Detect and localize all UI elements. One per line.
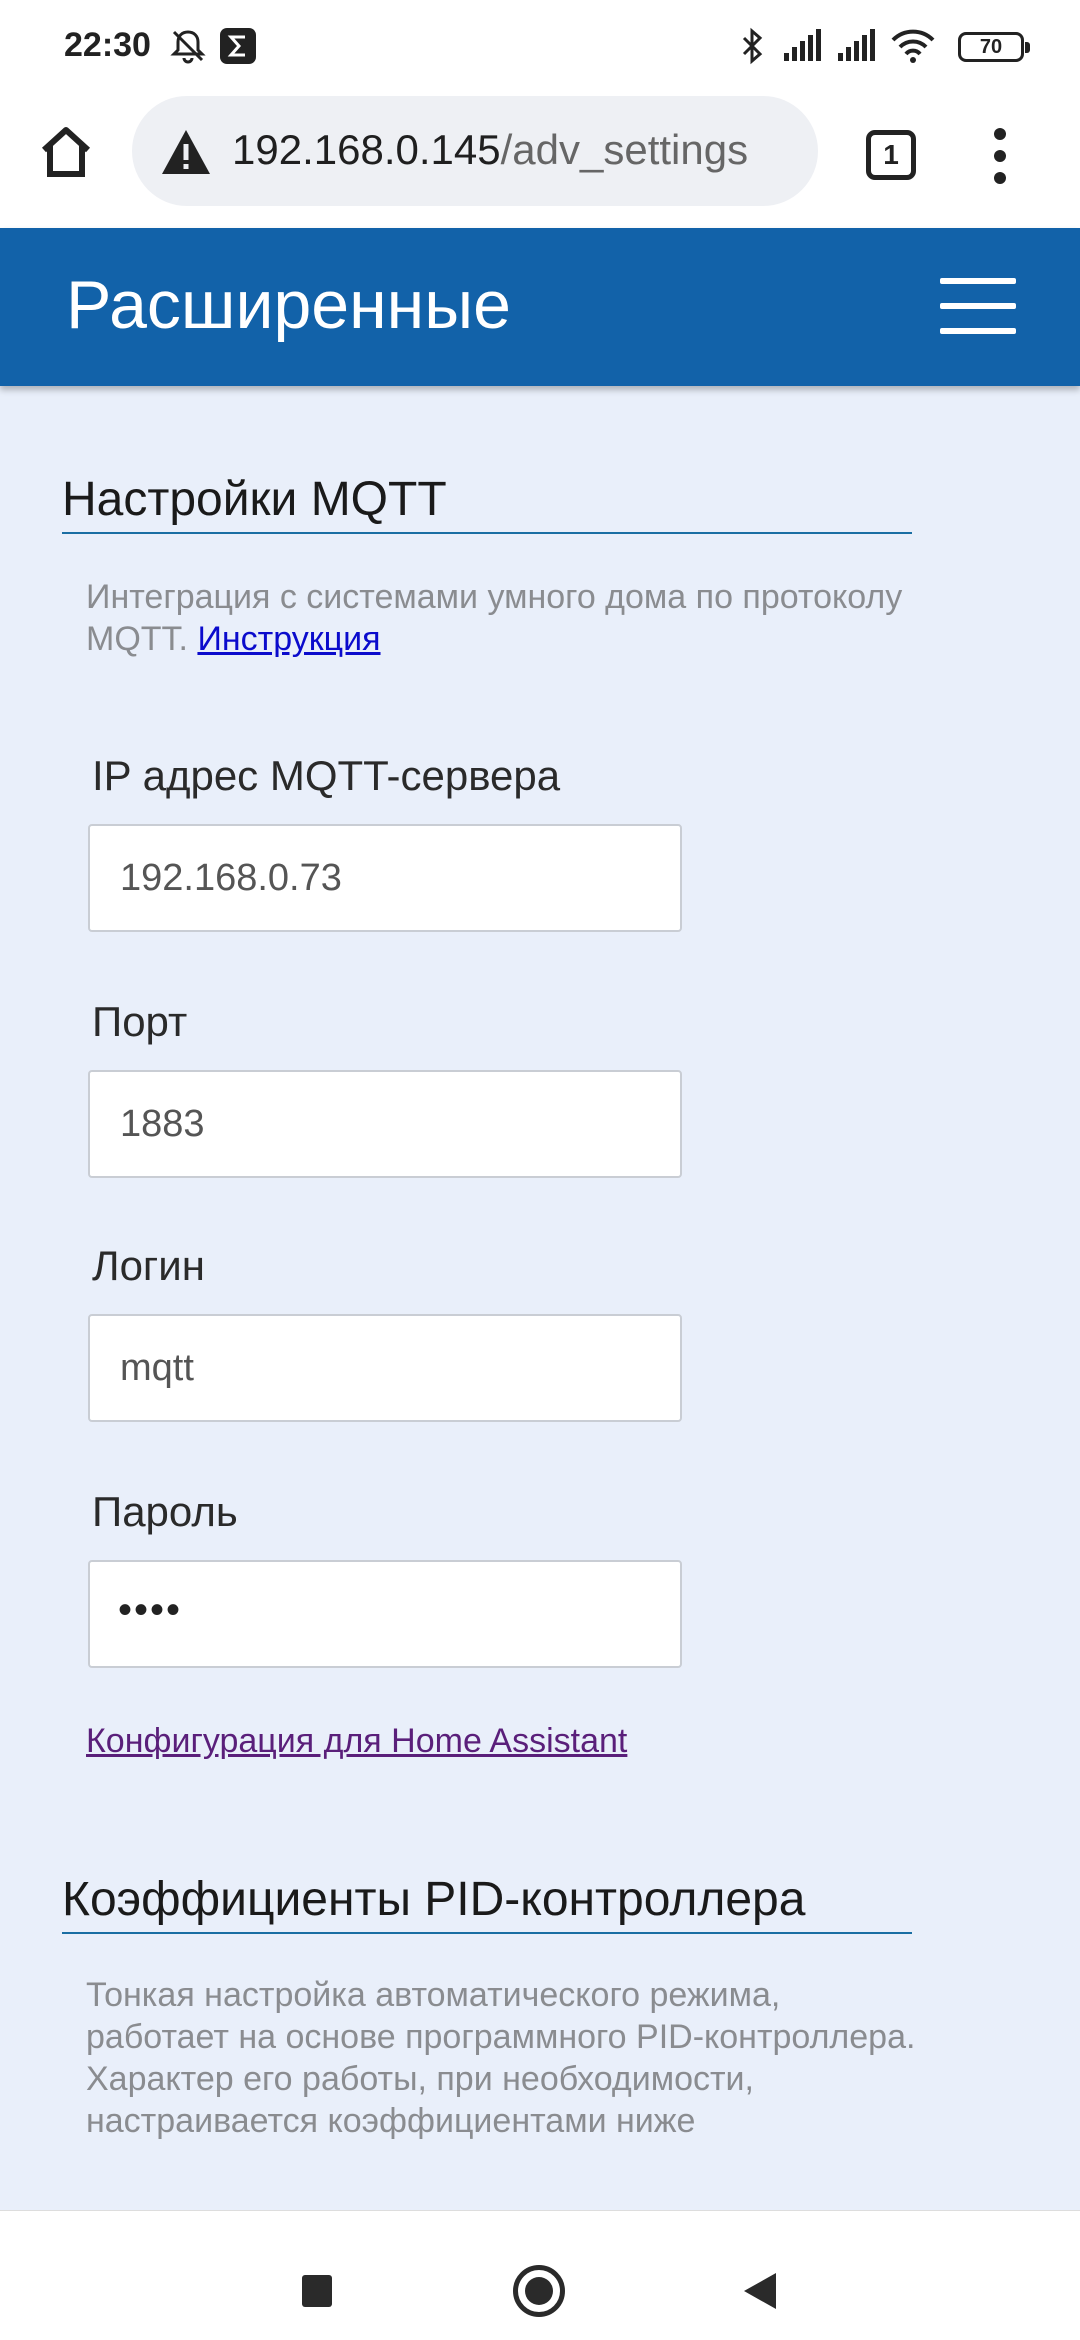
back-triangle-icon[interactable] [742,2271,778,2311]
signal-icon [836,26,876,66]
hamburger-menu-icon[interactable] [940,278,1016,334]
mqtt-section-divider [62,532,912,534]
more-vert-icon[interactable] [990,126,1010,186]
port-input[interactable] [88,1070,682,1178]
home-circle-icon[interactable] [513,2265,565,2317]
mqtt-description: Интеграция с системами умного дома по пр… [86,576,926,660]
signal-icon [782,26,822,66]
pid-section-title: Коэффициенты PID-контроллера [62,1873,806,1926]
password-label: Пароль [92,1488,238,1535]
server-ip-input[interactable] [88,824,682,932]
mqtt-section-title: Настройки MQTT [62,473,447,526]
app-header: Расширенные [0,228,1080,386]
not-secure-warning-icon[interactable] [160,128,212,176]
server-ip-label: IP адрес MQTT-сервера [92,752,561,799]
password-masked-value: •••• [118,1588,183,1632]
tab-switcher-button[interactable]: 1 [866,130,916,180]
sigma-notification-icon [218,26,258,66]
system-navigation-bar [0,2210,1080,2340]
status-time: 22:30 [64,26,151,64]
browser-toolbar: 192.168.0.145/adv_settings 1 [0,92,1080,228]
status-bar: 22:30 70 [0,0,1080,92]
url-path: /adv_settings [500,126,749,173]
wifi-icon [890,26,936,66]
login-label: Логин [92,1242,205,1289]
home-assistant-config-link[interactable]: Конфигурация для Home Assistant [86,1722,627,1761]
pid-section-divider [62,1932,912,1934]
url-text[interactable]: 192.168.0.145/adv_settings [232,126,748,174]
home-icon[interactable] [34,120,98,184]
port-label: Порт [92,998,188,1045]
page-title: Расширенные [66,267,511,343]
login-input[interactable] [88,1314,682,1422]
mute-icon [166,26,210,66]
instruction-link[interactable]: Инструкция [197,620,380,658]
battery-indicator: 70 [958,32,1030,62]
recents-square-icon[interactable] [302,2275,332,2307]
url-host: 192.168.0.145 [232,126,501,173]
pid-description: Тонкая настройка автоматического режима,… [86,1976,916,2140]
bluetooth-icon [738,26,768,66]
